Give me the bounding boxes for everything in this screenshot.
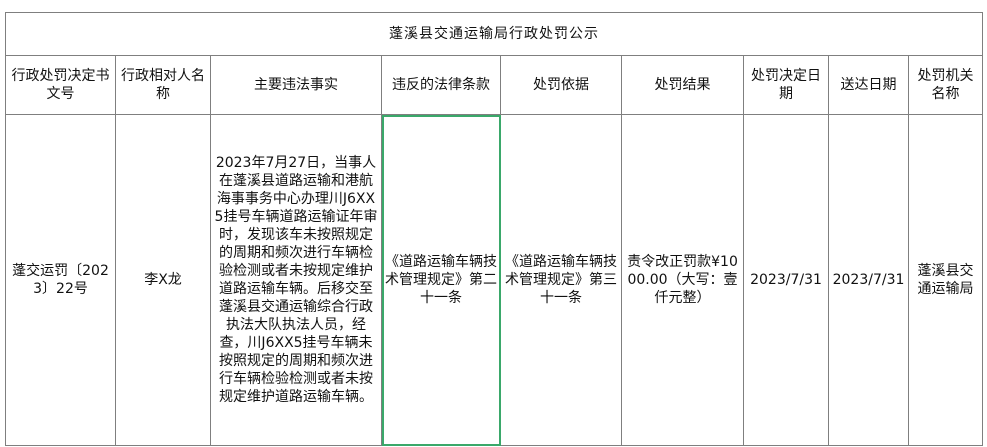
header-facts[interactable]: 主要违法事实: [210, 55, 382, 115]
cell-delivery-date[interactable]: 2023/7/31: [828, 114, 909, 446]
header-doc-no[interactable]: 行政处罚决定书文号: [5, 55, 116, 115]
header-result[interactable]: 处罚结果: [621, 55, 744, 115]
table-title[interactable]: 蓬溪县交通运输局行政处罚公示: [4, 12, 984, 56]
header-decision-date[interactable]: 处罚决定日期: [743, 55, 829, 115]
cell-party[interactable]: 李X龙: [115, 114, 211, 446]
header-delivery-date[interactable]: 送达日期: [828, 55, 909, 115]
cell-violated-clause-selected[interactable]: 《道路运输车辆技术管理规定》第二十一条: [381, 114, 501, 446]
header-party[interactable]: 行政相对人名称: [115, 55, 211, 115]
spreadsheet-sheet: 蓬溪县交通运输局行政处罚公示 行政处罚决定书文号 行政相对人名称 主要违法事实 …: [0, 0, 987, 447]
header-basis[interactable]: 处罚依据: [500, 55, 622, 115]
cell-result[interactable]: 责令改正罚款¥1000.00（大写：壹仟元整）: [621, 114, 744, 446]
table-row: 蓬交运罚〔2023〕22号 李X龙 2023年7月27日，当事人在蓬溪县道路运输…: [5, 114, 984, 446]
cell-doc-no[interactable]: 蓬交运罚〔2023〕22号: [5, 114, 116, 446]
cell-decision-date[interactable]: 2023/7/31: [743, 114, 829, 446]
header-violated-clause[interactable]: 违反的法律条款: [381, 55, 501, 115]
cell-facts[interactable]: 2023年7月27日，当事人在蓬溪县道路运输和港航海事事务中心办理川J6XX5挂…: [210, 114, 382, 446]
cell-basis[interactable]: 《道路运输车辆技术管理规定》第三十一条: [500, 114, 622, 446]
cell-authority[interactable]: 蓬溪县交通运输局: [907, 114, 984, 446]
penalty-table: 蓬溪县交通运输局行政处罚公示 行政处罚决定书文号 行政相对人名称 主要违法事实 …: [4, 12, 984, 446]
header-authority[interactable]: 处罚机关名称: [907, 55, 984, 115]
